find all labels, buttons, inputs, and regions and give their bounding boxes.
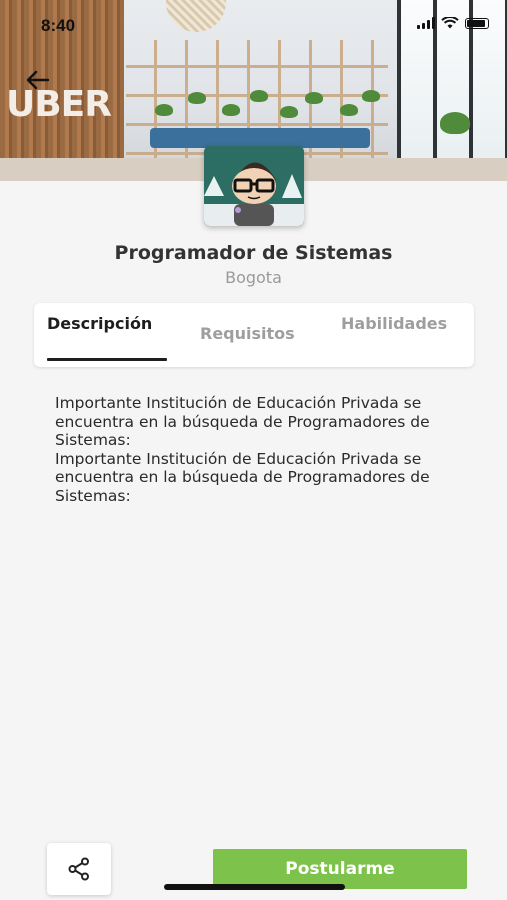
- tab-descripcion[interactable]: Descripción: [47, 303, 167, 367]
- plant: [188, 92, 206, 104]
- plant: [305, 92, 323, 104]
- tab-habilidades[interactable]: Habilidades: [341, 303, 453, 367]
- tab-label: Requisitos: [200, 324, 295, 343]
- apply-button[interactable]: Postularme: [213, 849, 467, 889]
- active-tab-indicator: [47, 358, 167, 361]
- plant: [250, 90, 268, 102]
- plant: [362, 90, 380, 102]
- signal-icon: [417, 17, 435, 29]
- home-indicator: [164, 884, 345, 890]
- job-description: Importante Institución de Educación Priv…: [55, 394, 455, 505]
- plant: [440, 112, 470, 134]
- job-location: Bogota: [225, 268, 282, 287]
- description-paragraph: Importante Institución de Educación Priv…: [55, 449, 430, 505]
- arrow-left-icon[interactable]: [24, 66, 52, 94]
- plant: [222, 104, 240, 116]
- plant: [340, 104, 358, 116]
- share-button[interactable]: [47, 843, 111, 895]
- status-time: 8:40: [41, 16, 76, 35]
- share-icon: [68, 857, 89, 881]
- pendant-lamp: [166, 0, 226, 32]
- job-title: Programador de Sistemas: [114, 242, 393, 264]
- company-avatar: [204, 146, 304, 226]
- tab-requisitos[interactable]: Requisitos: [200, 303, 310, 367]
- plant: [280, 106, 298, 118]
- status-icons: [417, 17, 489, 29]
- wifi-icon: [441, 17, 459, 29]
- brand-sign: UBER: [6, 84, 112, 125]
- sofa: [150, 128, 370, 148]
- tab-label: Habilidades: [341, 314, 448, 333]
- description-paragraph: Importante Institución de Educación Priv…: [55, 394, 430, 449]
- tab-bar: Descripción Requisitos Habilidades: [34, 303, 474, 367]
- plant: [155, 104, 173, 116]
- battery-icon: [465, 17, 489, 29]
- tab-label: Descripción: [47, 314, 153, 333]
